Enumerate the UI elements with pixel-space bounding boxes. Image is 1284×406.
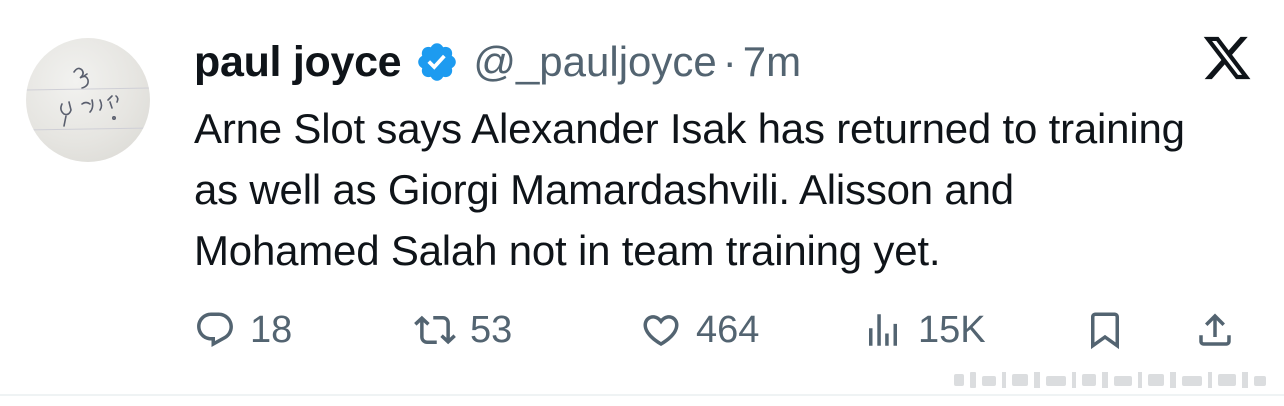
header-separator: · (722, 38, 737, 85)
like-button[interactable]: 464 (640, 306, 759, 354)
share-button[interactable] (1194, 306, 1236, 354)
author-name[interactable]: paul joyce (194, 38, 402, 87)
tweet-text: Arne Slot says Alexander Isak has return… (194, 105, 1185, 274)
handwriting-scribble (26, 67, 150, 131)
reply-button[interactable]: 18 (194, 306, 292, 354)
views-count: 15K (918, 308, 986, 351)
reply-count: 18 (250, 308, 293, 351)
watermark-icon (954, 372, 1266, 388)
tweet-timestamp[interactable]: 7m (743, 38, 801, 86)
heart-icon (643, 315, 679, 347)
tweet-card: paul joyce @_pauljoyce · 7m Arne Slot sa… (0, 0, 1284, 406)
retweet-count: 53 (470, 308, 513, 351)
card-divider (0, 394, 1284, 396)
verified-badge-icon (418, 43, 457, 81)
x-logo-icon[interactable] (1200, 32, 1254, 84)
share-icon (1199, 313, 1231, 346)
author-handle[interactable]: @_pauljoyce (473, 38, 716, 86)
bookmark-icon (1091, 312, 1119, 350)
retweet-icon (414, 315, 456, 345)
views-icon (869, 314, 897, 346)
views-button[interactable]: 15K (862, 306, 986, 354)
like-count: 464 (696, 308, 760, 351)
reply-icon (197, 312, 233, 347)
tweet-header: paul joyce @_pauljoyce · 7m (194, 34, 801, 90)
avatar[interactable] (26, 38, 150, 162)
tweet-actions: 18 53 464 15K (194, 306, 1254, 354)
bookmark-button[interactable] (1084, 306, 1126, 354)
retweet-button[interactable]: 53 (414, 306, 512, 354)
